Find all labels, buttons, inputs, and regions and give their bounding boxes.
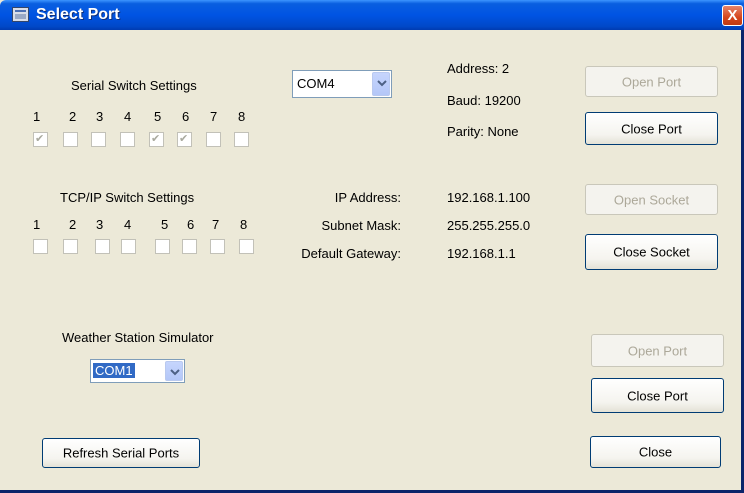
tcp-switch-label: 6 xyxy=(187,217,195,232)
title-bar[interactable]: Select Port X xyxy=(0,0,744,30)
refresh-serial-ports-label: Refresh Serial Ports xyxy=(62,445,180,461)
serial-switch-label: 3 xyxy=(96,109,104,124)
open-socket-label: Open Socket xyxy=(613,192,690,207)
window-icon xyxy=(12,7,29,22)
serial-switch-label: 2 xyxy=(69,109,77,124)
close-window-button[interactable]: X xyxy=(722,5,743,26)
serial-open-port-button[interactable]: Open Port xyxy=(585,66,718,97)
serial-switch-label: 8 xyxy=(238,109,246,124)
serial-switch-checkbox[interactable] xyxy=(120,132,135,147)
refresh-serial-ports-button[interactable]: Refresh Serial Ports xyxy=(42,438,200,468)
weather-close-port-button[interactable]: Close Port xyxy=(591,378,724,413)
serial-close-port-button[interactable]: Close Port xyxy=(585,112,718,145)
tcp-switch-checkbox[interactable] xyxy=(155,239,170,254)
serial-switch-label: 1 xyxy=(33,109,41,124)
chevron-down-icon[interactable] xyxy=(372,72,390,96)
serial-open-port-label: Open Port xyxy=(621,74,682,89)
serial-com-port-value: COM4 xyxy=(297,76,335,91)
tcp-switch-checkbox[interactable] xyxy=(182,239,197,254)
tcp-switch-checkbox[interactable] xyxy=(210,239,225,254)
tcp-switch-checkbox[interactable] xyxy=(63,239,78,254)
tcp-switch-checkbox[interactable] xyxy=(239,239,254,254)
subnet-mask-label: Subnet Mask: xyxy=(321,218,402,233)
serial-address: Address: 2 xyxy=(447,61,510,76)
serial-switch-label: 4 xyxy=(124,109,132,124)
close-socket-label: Close Socket xyxy=(613,244,690,260)
tcp-switch-label: 2 xyxy=(69,217,77,232)
weather-close-port-label: Close Port xyxy=(627,388,688,403)
weather-com-port-select[interactable]: COM1 xyxy=(90,359,185,383)
ip-address-value: 192.168.1.100 xyxy=(447,190,531,205)
ip-address-label: IP Address: xyxy=(334,190,401,205)
serial-switch-checkbox[interactable] xyxy=(91,132,106,147)
serial-baud: Baud: 19200 xyxy=(447,93,521,108)
tcp-switch-checkbox[interactable] xyxy=(33,239,48,254)
default-gateway-value: 192.168.1.1 xyxy=(447,246,516,261)
serial-com-port-select[interactable]: COM4 xyxy=(292,70,392,98)
tcp-switch-label: 4 xyxy=(124,217,132,232)
tcp-switch-label: 3 xyxy=(96,217,104,232)
serial-switch-label: 7 xyxy=(210,109,218,124)
weather-open-port-button[interactable]: Open Port xyxy=(591,334,724,367)
tcp-switch-heading: TCP/IP Switch Settings xyxy=(60,190,195,205)
weather-com-port-value: COM1 xyxy=(93,363,135,378)
tcp-switch-label: 1 xyxy=(33,217,41,232)
close-label: Close xyxy=(638,444,673,460)
open-socket-button[interactable]: Open Socket xyxy=(585,184,718,215)
window-title: Select Port xyxy=(36,6,120,23)
weather-open-port-label: Open Port xyxy=(627,343,688,358)
serial-switch-checkbox[interactable] xyxy=(234,132,249,147)
chevron-down-icon[interactable] xyxy=(165,361,183,381)
serial-switch-label: 6 xyxy=(182,109,190,124)
tcp-switch-label: 8 xyxy=(240,217,248,232)
select-port-dialog: Select Port X Serial Switch Settings 1 2… xyxy=(0,0,744,493)
serial-switch-label: 5 xyxy=(154,109,162,124)
serial-switch-checkbox[interactable] xyxy=(206,132,221,147)
serial-switch-heading: Serial Switch Settings xyxy=(71,78,197,93)
serial-switch-checkbox[interactable] xyxy=(33,132,48,147)
tcp-switch-label: 5 xyxy=(161,217,169,232)
tcp-switch-checkbox[interactable] xyxy=(95,239,110,254)
serial-parity: Parity: None xyxy=(447,124,519,139)
tcp-switch-label: 7 xyxy=(212,217,220,232)
subnet-mask-value: 255.255.255.0 xyxy=(447,218,531,233)
weather-station-heading: Weather Station Simulator xyxy=(62,330,214,345)
serial-switch-checkbox[interactable] xyxy=(149,132,164,147)
serial-switch-checkbox[interactable] xyxy=(63,132,78,147)
close-button[interactable]: Close xyxy=(590,436,721,468)
tcp-switch-checkbox[interactable] xyxy=(121,239,136,254)
serial-switch-checkbox[interactable] xyxy=(177,132,192,147)
close-socket-button[interactable]: Close Socket xyxy=(585,234,718,270)
serial-close-port-label: Close Port xyxy=(621,121,682,136)
default-gateway-label: Default Gateway: xyxy=(301,246,401,261)
